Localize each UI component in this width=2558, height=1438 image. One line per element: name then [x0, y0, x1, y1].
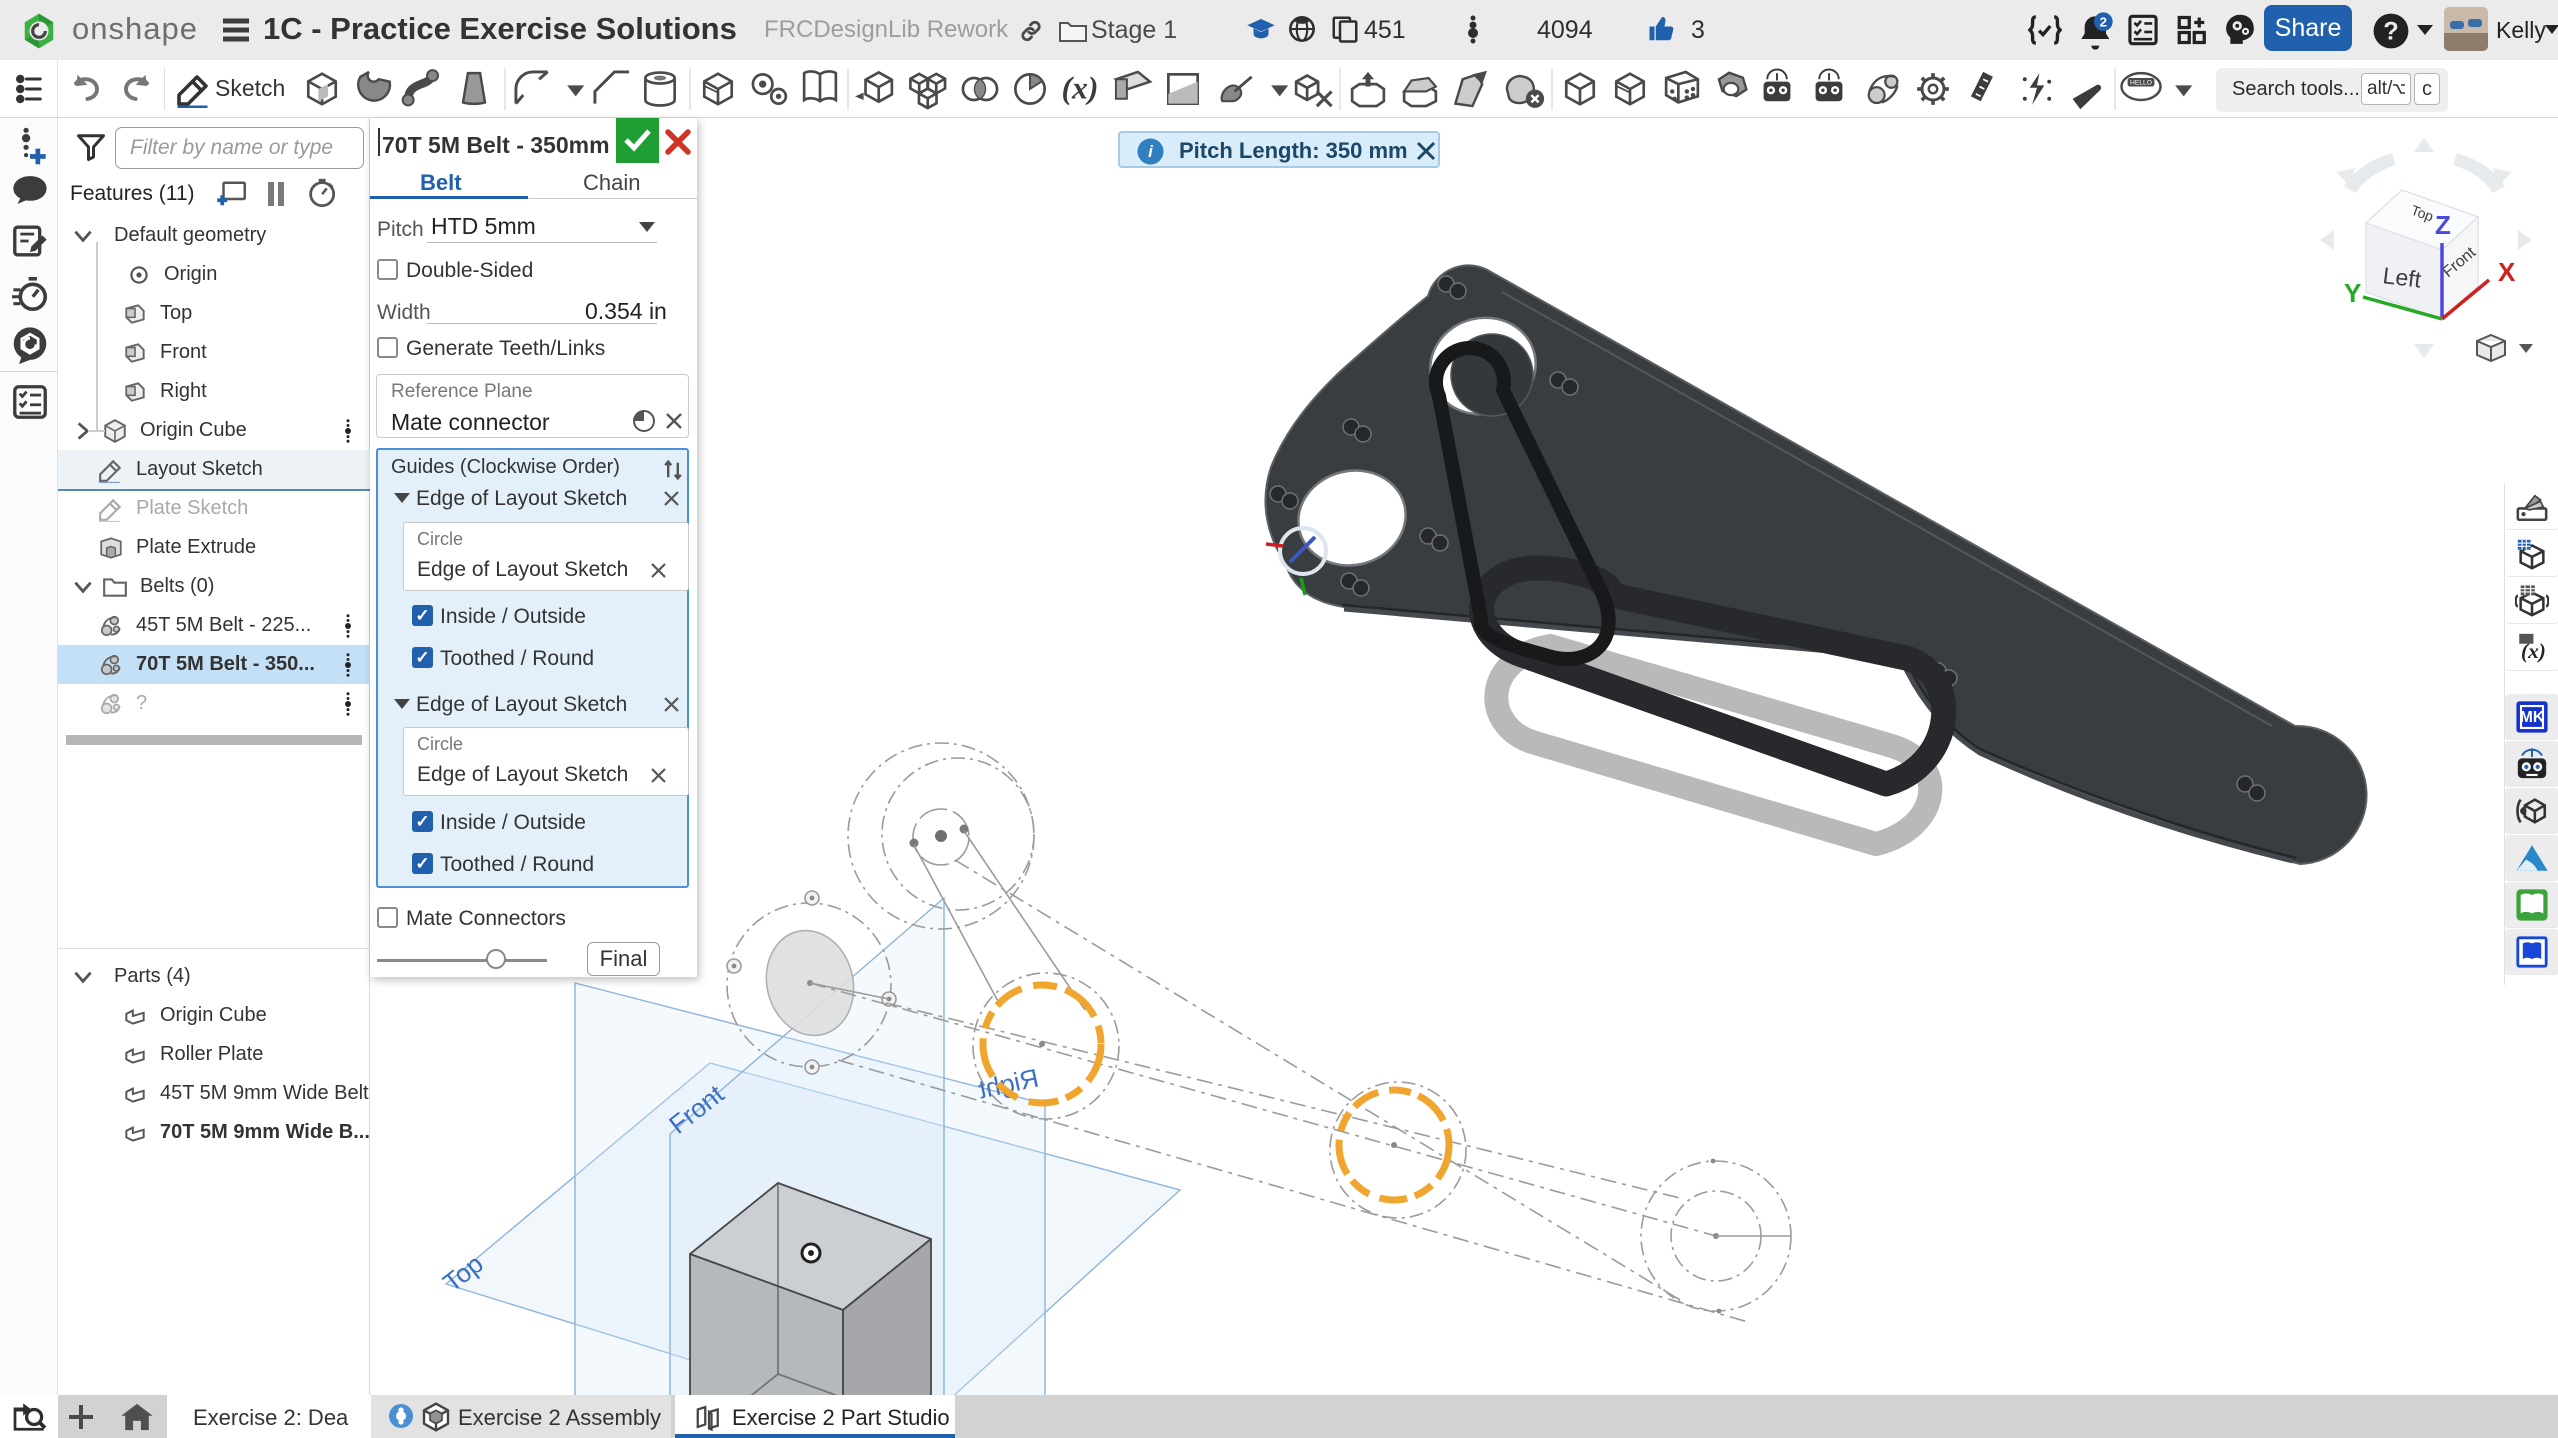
svg-text:?: ? [2383, 18, 2398, 46]
svg-text:Y: Y [2344, 278, 2361, 308]
svg-text:2: 2 [2100, 14, 2107, 29]
svg-text:(x): (x) [2521, 639, 2546, 663]
svg-text:(x): (x) [1062, 71, 1099, 106]
svg-text:X: X [2498, 257, 2516, 287]
svg-text:HELLO: HELLO [2130, 80, 2152, 87]
svg-text:Z: Z [2435, 210, 2451, 240]
svg-text:Left: Left [2381, 262, 2423, 293]
svg-text:MK: MK [2520, 709, 2545, 726]
